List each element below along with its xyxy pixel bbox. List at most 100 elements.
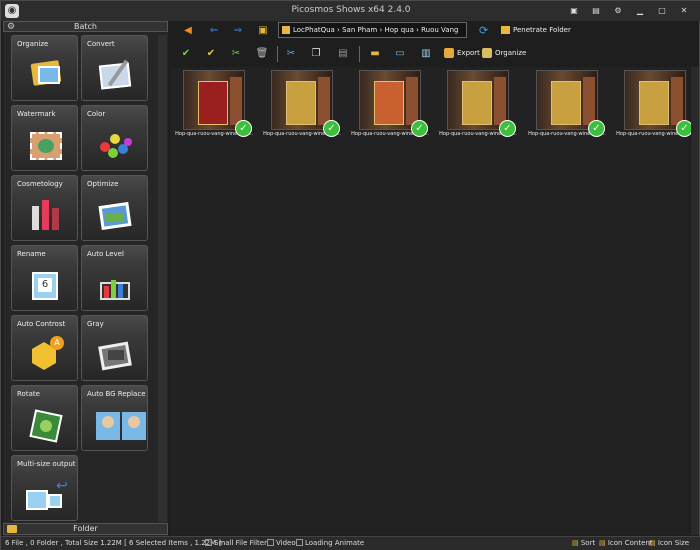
selected-check-icon[interactable]: ✓ bbox=[411, 120, 428, 137]
video-checkbox[interactable]: Video bbox=[267, 537, 296, 550]
rename-tool-icon[interactable]: ▭ bbox=[393, 47, 407, 61]
thumbnail-image bbox=[447, 70, 509, 130]
tool-rotate[interactable]: Rotate bbox=[11, 385, 78, 451]
folder-up-icon[interactable]: ▣ bbox=[256, 24, 270, 38]
folder-bar-label: Folder bbox=[73, 524, 98, 533]
sort-button[interactable]: ▤ Sort bbox=[572, 537, 595, 550]
thumbnail-item[interactable]: Hop-qua-ruou-vang-wine-box... ✓ bbox=[349, 70, 431, 140]
thumbnail-image bbox=[271, 70, 333, 130]
icon-size-icon: ▤ bbox=[649, 539, 656, 547]
icon-size-label: Icon Size bbox=[657, 539, 690, 547]
selected-check-icon[interactable]: ✓ bbox=[323, 120, 340, 137]
penetrate-folder-label: Penetrate Folder bbox=[513, 26, 571, 34]
prev-arrow-icon[interactable]: ⇐ bbox=[207, 24, 221, 38]
small-file-filter-label: Small File Filter bbox=[214, 539, 267, 547]
penetrate-folder-icon bbox=[501, 26, 510, 34]
tool-label: Auto Controst bbox=[17, 320, 66, 328]
auto-contrast-icon: A bbox=[26, 336, 66, 374]
selected-check-icon[interactable]: ✓ bbox=[588, 120, 605, 137]
thumbnail-item[interactable]: Hop-qua-ruou-vang-wine-box... ✓ bbox=[526, 70, 608, 140]
thumbnail-item[interactable]: Hop-qua-ruou-vang-wine-box... ✓ bbox=[173, 70, 255, 140]
minimize-button[interactable]: ▁ bbox=[629, 3, 651, 19]
export-button[interactable]: Export bbox=[444, 48, 480, 58]
menu-icon[interactable]: ▤ bbox=[585, 3, 607, 19]
tool-auto-level[interactable]: Auto Level bbox=[81, 245, 148, 311]
loading-animate-label: Loading Animate bbox=[305, 539, 365, 547]
icon-content-button[interactable]: ▤ Icon Content bbox=[599, 537, 653, 550]
delete-icon[interactable]: 🗑 bbox=[255, 47, 269, 61]
path-breadcrumb[interactable]: LocPhatQua › San Pham › Hop qua › Ruou V… bbox=[278, 22, 467, 38]
close-button[interactable]: ✕ bbox=[673, 3, 695, 19]
loading-animate-checkbox[interactable]: Loading Animate bbox=[296, 537, 364, 550]
icon-size-button[interactable]: ▤ Icon Size bbox=[649, 537, 689, 550]
next-arrow-icon[interactable]: ⇒ bbox=[231, 24, 245, 38]
tool-label: Cosmetology bbox=[17, 180, 63, 188]
icon-content-icon: ▤ bbox=[599, 539, 606, 547]
maximize-button[interactable]: □ bbox=[651, 3, 673, 19]
tool-optimize[interactable]: Optimize bbox=[81, 175, 148, 241]
thumbnail-image bbox=[183, 70, 245, 130]
thumbnail-item[interactable]: Hop-qua-ruou-vang-wine-box... ✓ bbox=[437, 70, 519, 140]
left-scrollbar[interactable] bbox=[158, 35, 167, 522]
gray-photo-icon bbox=[96, 336, 136, 374]
app-window: ◉ Picosmos Shows x64 2.4.0 ▣ ▤ ⚙ ▁ □ ✕ ⚙… bbox=[0, 0, 700, 550]
title-bar: ◉ Picosmos Shows x64 2.4.0 ▣ ▤ ⚙ ▁ □ ✕ bbox=[1, 1, 700, 21]
back-arrow-icon[interactable]: ◀ bbox=[181, 24, 195, 38]
convert-icon bbox=[96, 56, 136, 94]
icon-content-label: Icon Content bbox=[607, 539, 653, 547]
export-icon bbox=[444, 48, 454, 58]
tool-rename[interactable]: Rename 6 bbox=[11, 245, 78, 311]
tool-multi-size-output[interactable]: Multi-size output ↩ bbox=[11, 455, 78, 521]
bg-replace-icon bbox=[96, 406, 146, 444]
cut-icon[interactable]: ✂ bbox=[284, 47, 298, 61]
folder-bar[interactable]: Folder bbox=[3, 523, 168, 535]
status-bar: 6 File , 0 Folder , Total Size 1.22M [ 6… bbox=[1, 536, 700, 550]
folder-icon bbox=[7, 525, 17, 533]
path-folder-icon bbox=[282, 26, 290, 34]
tool-label: Color bbox=[87, 110, 106, 118]
thumbnail-item[interactable]: Hop-qua-ruou-vang-wine-box... ✓ bbox=[261, 70, 343, 140]
settings-icon[interactable]: ⚙ bbox=[607, 3, 629, 19]
optimize-photo-icon bbox=[96, 196, 136, 234]
paste-icon[interactable]: ▤ bbox=[336, 47, 350, 61]
tool-auto-bg-replace[interactable]: Auto BG Replace bbox=[81, 385, 148, 451]
organize-folder-icon bbox=[26, 56, 66, 94]
path-text: LocPhatQua › San Pham › Hop qua › Ruou V… bbox=[293, 26, 459, 34]
selected-check-icon[interactable]: ✓ bbox=[235, 120, 252, 137]
skin-icon[interactable]: ▣ bbox=[563, 3, 585, 19]
tool-label: Multi-size output bbox=[17, 460, 76, 468]
tool-color[interactable]: Color bbox=[81, 105, 148, 171]
thumbnail-grid: Hop-qua-ruou-vang-wine-box... ✓ Hop-qua-ru… bbox=[171, 67, 694, 535]
thumbnail-image bbox=[536, 70, 598, 130]
refresh-icon[interactable]: ⟳ bbox=[479, 25, 488, 37]
tool-label: Rename bbox=[17, 250, 46, 258]
organize-icon bbox=[482, 48, 492, 58]
tool-gray[interactable]: Gray bbox=[81, 315, 148, 381]
content-scrollbar[interactable] bbox=[691, 67, 699, 535]
tool-label: Auto BG Replace bbox=[87, 390, 146, 398]
organize-label: Organize bbox=[495, 49, 527, 57]
tool-label: Rotate bbox=[17, 390, 40, 398]
tool-watermark[interactable]: Watermark bbox=[11, 105, 78, 171]
gear-icon[interactable]: ⚙ bbox=[7, 22, 15, 32]
thumbnail-item[interactable]: Hop-qua-ruou-vang-wine-box... ✓ bbox=[614, 70, 696, 140]
status-summary: 6 File , 0 Folder , Total Size 1.22M [ 6… bbox=[5, 539, 222, 547]
copy-icon[interactable]: ❐ bbox=[309, 47, 323, 61]
small-file-filter-checkbox[interactable]: Small File Filter bbox=[205, 537, 267, 550]
cosmetics-icon bbox=[26, 196, 66, 234]
tool-cosmetology[interactable]: Cosmetology bbox=[11, 175, 78, 241]
batch-header[interactable]: ⚙ Batch bbox=[3, 21, 168, 32]
new-folder-icon[interactable]: ▬ bbox=[368, 47, 382, 61]
organize-button[interactable]: Organize bbox=[482, 48, 526, 58]
penetrate-folder-button[interactable]: Penetrate Folder bbox=[501, 23, 571, 37]
deselect-icon[interactable]: ✂ bbox=[229, 47, 243, 61]
selected-check-icon[interactable]: ✓ bbox=[499, 120, 516, 137]
tool-auto-controst[interactable]: Auto Controst A bbox=[11, 315, 78, 381]
invert-select-icon[interactable]: ✔ bbox=[204, 47, 218, 61]
select-all-icon[interactable]: ✔ bbox=[179, 47, 193, 61]
multi-size-icon: ↩ bbox=[26, 476, 68, 514]
tool-convert[interactable]: Convert bbox=[81, 35, 148, 101]
color-palette-icon bbox=[96, 126, 136, 164]
tool-organize[interactable]: Organize bbox=[11, 35, 78, 101]
print-icon[interactable]: ▥ bbox=[419, 47, 433, 61]
